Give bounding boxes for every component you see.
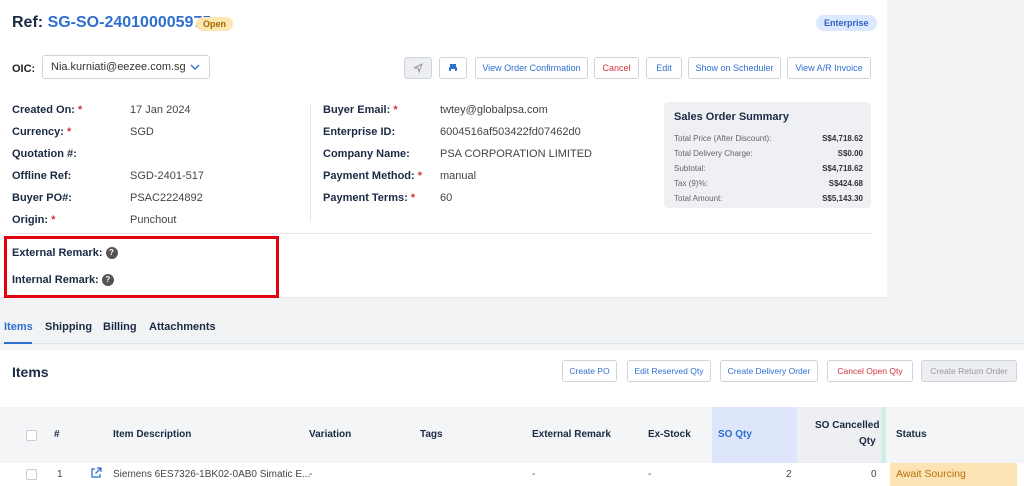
buyer-po-value: PSAC2224892 [130, 192, 203, 204]
tab-items[interactable]: Items [4, 321, 33, 333]
col-header-num: # [54, 429, 60, 440]
so-cancelled-column-highlight [797, 407, 881, 463]
oic-value: Nia.kurniati@eezee.com.sg [51, 61, 186, 73]
oic-label: OIC: [12, 63, 36, 75]
summary-title: Sales Order Summary [674, 111, 789, 123]
sales-order-summary: Sales Order Summary Total Price (After D… [664, 102, 871, 208]
create-delivery-order-button[interactable]: Create Delivery Order [720, 360, 818, 382]
payment-terms-value: 60 [440, 192, 453, 204]
print-button[interactable] [439, 57, 467, 79]
created-on-value: 17 Jan 2024 [130, 104, 191, 116]
payment-method-label: Payment Method: * [323, 170, 423, 182]
page-title: Ref: SG-SO-240100005975 [12, 14, 211, 32]
row-external-remark: - [532, 469, 536, 480]
payment-method-value: manual [440, 170, 477, 182]
section-divider [12, 233, 871, 234]
items-section: Items Create PO Edit Reserved Qty Create… [0, 350, 1024, 486]
quotation-label: Quotation #: [12, 148, 77, 160]
cancel-open-qty-button[interactable]: Cancel Open Qty [827, 360, 913, 382]
summary-row: Total Price (After Discount): S$4,718.62 [674, 134, 863, 143]
edit-button[interactable]: Edit [646, 57, 682, 79]
send-button[interactable] [404, 57, 432, 79]
summary-row: Total Delivery Charge: S$0.00 [674, 149, 863, 158]
payment-terms-label: Payment Terms: * [323, 192, 416, 204]
status-cell: Await Sourcing [890, 463, 1017, 486]
company-name-label: Company Name: [323, 148, 410, 160]
select-all-checkbox[interactable] [26, 430, 37, 441]
row-so-cancelled-qty: 0 [871, 469, 877, 480]
oic-select[interactable]: Nia.kurniati@eezee.com.sg [42, 55, 210, 79]
row-description: Siemens 6ES7326-1BK02-0AB0 Simatic E... [113, 469, 311, 480]
row-num: 1 [57, 469, 63, 480]
row-so-qty: 2 [786, 469, 792, 480]
row-ex-stock: - [648, 469, 652, 480]
buyer-po-label: Buyer PO#: [12, 192, 72, 204]
col-header-so-cancelled[interactable]: SO Cancelled [815, 420, 879, 431]
created-on-label: Created On: * [12, 104, 83, 116]
row-status: Await Sourcing [896, 468, 966, 480]
column-resize-handle[interactable] [881, 407, 886, 463]
summary-row: Tax (9)%: S$424.68 [674, 179, 863, 188]
enterprise-id-label: Enterprise ID: [323, 126, 396, 138]
enterprise-badge: Enterprise [816, 15, 877, 31]
enterprise-id-value: 6004516af503422fd07462d0 [440, 126, 581, 138]
tab-bar: Items Shipping Billing Attachments [0, 318, 1024, 344]
external-link-icon[interactable] [90, 467, 102, 479]
items-title: Items [12, 364, 49, 380]
col-header-so-qty[interactable]: SO Qty [718, 429, 752, 440]
send-icon [413, 62, 423, 74]
status-badge: Open [196, 17, 234, 31]
print-icon [449, 64, 457, 72]
edit-reserved-qty-button[interactable]: Edit Reserved Qty [627, 360, 711, 382]
side-spacer [887, 0, 1024, 298]
table-row[interactable]: 1 Siemens 6ES7326-1BK02-0AB0 Simatic E..… [0, 463, 1024, 486]
tab-attachments[interactable]: Attachments [149, 321, 216, 333]
origin-label: Origin: * [12, 214, 56, 226]
col-header-variation[interactable]: Variation [309, 429, 351, 440]
origin-value: Punchout [130, 214, 177, 226]
ref-number: SG-SO-240100005975 [47, 14, 212, 31]
currency-label: Currency: * [12, 126, 72, 138]
buyer-email-label: Buyer Email: * [323, 104, 398, 116]
row-variation: - [309, 469, 313, 480]
company-name-value: PSA CORPORATION LIMITED [440, 148, 592, 160]
buyer-email-value: twtey@globalpsa.com [440, 104, 548, 116]
remarks-highlight-box [4, 236, 279, 298]
chevron-down-icon [190, 60, 200, 77]
summary-row: Total Amount: S$5,143.30 [674, 194, 863, 203]
col-header-ex-stock[interactable]: Ex-Stock [648, 429, 691, 440]
tab-shipping[interactable]: Shipping [45, 321, 92, 333]
col-header-external-remark[interactable]: External Remark [532, 429, 611, 440]
ref-prefix: Ref: [12, 14, 48, 31]
summary-row: Subtotal: S$4,718.62 [674, 164, 863, 173]
show-on-scheduler-button[interactable]: Show on Scheduler [688, 57, 781, 79]
view-order-confirmation-button[interactable]: View Order Confirmation [475, 57, 588, 79]
create-return-order-button[interactable]: Create Return Order [921, 360, 1017, 382]
col-header-item-description[interactable]: Item Description [113, 429, 191, 440]
col-header-tags[interactable]: Tags [420, 429, 443, 440]
tab-billing[interactable]: Billing [103, 321, 137, 333]
active-tab-indicator [4, 342, 32, 344]
col-header-so-cancelled-qty[interactable]: Qty [859, 436, 876, 447]
currency-value: SGD [130, 126, 154, 138]
view-ar-invoice-button[interactable]: View A/R Invoice [787, 57, 871, 79]
create-po-button[interactable]: Create PO [562, 360, 617, 382]
cancel-button[interactable]: Cancel [594, 57, 639, 79]
offline-ref-label: Offline Ref: [12, 170, 72, 182]
row-checkbox[interactable] [26, 469, 37, 480]
col-header-status[interactable]: Status [896, 429, 927, 440]
offline-ref-value: SGD-2401-517 [130, 170, 204, 182]
column-divider [310, 104, 311, 222]
